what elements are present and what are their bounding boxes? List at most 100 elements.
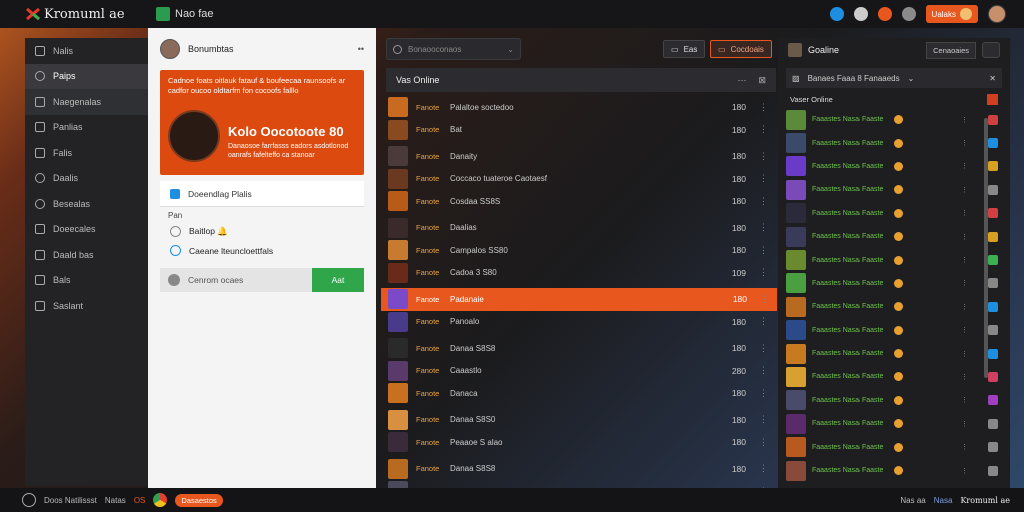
nav-item[interactable]: Bals (25, 268, 148, 294)
gear-icon[interactable] (168, 274, 180, 286)
nav-item[interactable]: Daalis (25, 166, 148, 192)
more-icon[interactable]: ⋮ (961, 162, 968, 170)
more-icon[interactable]: ⋮ (759, 151, 768, 162)
more-icon[interactable]: ⋮ (759, 173, 768, 184)
user-avatar[interactable] (988, 5, 1006, 23)
more-icon[interactable]: ⋮ (759, 437, 768, 448)
friend-row[interactable]: Faaastes Nasaa Faaste ⋮ (778, 225, 1010, 248)
more-icon[interactable]: ⋮ (961, 116, 968, 124)
more-icon[interactable]: ⋮ (759, 196, 768, 207)
settings-icon[interactable] (853, 7, 868, 21)
game-row[interactable]: Fanote Campalos SS80 180 ⋮ (386, 239, 776, 262)
game-row[interactable]: Fanote Cosdaa SS8S 180 ⋮ (386, 190, 776, 213)
more-icon[interactable]: ⋮ (961, 303, 968, 311)
friend-row[interactable]: Faaastes Nasaa Faaste ⋮ (778, 365, 1010, 388)
more-icon[interactable]: ⋮ (961, 396, 968, 404)
option-line[interactable]: Caeane lteuncloettfals (160, 243, 364, 258)
nav-item[interactable]: Naegenalas (25, 89, 148, 115)
bottom-pill[interactable]: Dasaestos (175, 493, 223, 507)
action-icon[interactable] (988, 325, 998, 336)
sort-button[interactable]: ▭ Cocdoais (710, 40, 772, 58)
more-icon[interactable]: ⋮ (760, 294, 769, 305)
more-icon[interactable]: ⋮ (961, 420, 968, 428)
nav-item[interactable]: Nalis (25, 38, 148, 64)
action-icon[interactable] (988, 255, 998, 266)
action-icon[interactable] (988, 395, 998, 406)
action-icon[interactable] (988, 161, 998, 172)
game-row[interactable]: Fanote Danaa S8S0 180 ⋮ (386, 409, 776, 432)
friend-row[interactable]: Faaastes Nasaa Faaste ⋮ (778, 248, 1010, 271)
more-icon[interactable]: ⋮ (961, 326, 968, 334)
action-icon[interactable] (988, 231, 998, 242)
friend-row[interactable]: Faaastes Nasaa Faaste ⋮ (778, 108, 1010, 131)
action-icon[interactable] (988, 418, 998, 429)
more-icon[interactable]: ⋮ (961, 139, 968, 147)
game-row[interactable]: Fanote Danaity 180 ⋮ (386, 145, 776, 168)
friend-row[interactable]: Faaastes Nasaa Faaste ⋮ (778, 319, 1010, 342)
game-row[interactable]: Fanote Panoalo 180 ⋮ (386, 311, 776, 334)
more-icon[interactable]: ⋮ (759, 365, 768, 376)
action-icon[interactable] (988, 138, 998, 149)
more-icon[interactable]: ⋮ (961, 467, 968, 475)
more-icon[interactable]: ⋮ (759, 222, 768, 233)
more-icon[interactable]: ⋮ (759, 343, 768, 354)
friend-row[interactable]: Faaastes Nasaa Faaste ⋮ (778, 435, 1010, 458)
friend-row[interactable]: Faaastes Nasaa Faaste ⋮ (778, 131, 1010, 154)
action-icon[interactable] (988, 278, 998, 289)
more-icon[interactable]: ⋮ (759, 102, 768, 113)
nav-item[interactable]: Besealas (25, 191, 148, 217)
friend-row[interactable]: Faaastes Nasaa Faaste ⋮ (778, 295, 1010, 318)
nav-item[interactable]: Daald bas (25, 242, 148, 268)
action-icon[interactable] (988, 371, 998, 382)
download-row[interactable]: Doeendlag Plalis (160, 181, 364, 207)
action-icon[interactable] (988, 442, 998, 453)
notifications-icon[interactable] (829, 7, 844, 21)
friend-row[interactable]: Faaastes Nasaa Faaste ⋮ (778, 178, 1010, 201)
more-icon[interactable]: •• (358, 44, 364, 54)
chat-icon[interactable] (982, 42, 1000, 58)
filter-button[interactable]: ▭ Eas (663, 40, 706, 58)
more-icon[interactable]: ⋮ (759, 245, 768, 256)
more-icon[interactable]: ⋮ (759, 124, 768, 135)
more-icon[interactable]: ⋮ (961, 279, 968, 287)
nav-item[interactable]: Panlias (25, 115, 148, 141)
game-row[interactable]: Fanote Danaa S8S8 180 ⋮ (386, 458, 776, 481)
game-row[interactable]: Fanote Coccaco tuateroe Caotaesf 180 ⋮ (386, 168, 776, 191)
more-icon[interactable]: ⋮ (961, 443, 968, 451)
promo-card[interactable]: Cadnoe foats oitlauk fatauf & boufeecaa … (160, 70, 364, 175)
chat-chip[interactable]: Nao fae (156, 7, 214, 21)
nav-item[interactable]: Doeecales (25, 217, 148, 243)
browser-icon[interactable] (153, 493, 168, 507)
more-icon[interactable]: ⋯ (737, 75, 746, 86)
nav-item[interactable]: Falis (25, 140, 148, 166)
more-icon[interactable]: ⋮ (961, 350, 968, 358)
friend-row[interactable]: Faaastes Nasaa Faaste ⋮ (778, 412, 1010, 435)
game-row[interactable]: Fanote Bat 180 ⋮ (386, 119, 776, 142)
action-icon[interactable] (988, 301, 998, 312)
more-icon[interactable]: ⋮ (759, 316, 768, 327)
more-icon[interactable]: ⋮ (961, 209, 968, 217)
close-icon[interactable]: ✕ (989, 74, 996, 83)
close-icon[interactable] (987, 93, 998, 105)
more-icon[interactable]: ⋮ (759, 414, 768, 425)
more-icon[interactable]: ⋮ (961, 256, 968, 264)
game-row[interactable]: Fanote Cadoa 3 S80 109 ⋮ (386, 262, 776, 285)
brand[interactable]: Kromuml ae (0, 7, 150, 22)
game-row[interactable]: Fanote Palaltoe soctedoo 180 ⋮ (386, 96, 776, 119)
action-icon[interactable] (988, 208, 998, 219)
action-icon[interactable] (988, 184, 998, 195)
more-icon[interactable]: ⋮ (759, 388, 768, 399)
friend-row[interactable]: Faaastes Nasaa Faaste ⋮ (778, 202, 1010, 225)
scrollbar[interactable] (984, 118, 988, 378)
friend-row[interactable]: Faaastes Nasaa Faaste ⋮ (778, 155, 1010, 178)
status-pill[interactable]: Ualaks (925, 5, 978, 23)
game-row-selected[interactable]: Fanote Padanaie 180 ⋮ (381, 288, 777, 311)
more-icon[interactable]: ⋮ (961, 186, 968, 194)
status-icon[interactable] (22, 493, 36, 507)
nav-item-active[interactable]: Paips (25, 63, 148, 89)
friend-row[interactable]: Faaastes Nasaa Faaste ⋮ (778, 342, 1010, 365)
game-row[interactable]: Fanote Caaastlo 280 ⋮ (386, 360, 776, 383)
friend-row[interactable]: Faaastes Nasaa Faaste ⋮ (778, 459, 1010, 482)
friend-row[interactable]: Faaastes Nasaa Faaste ⋮ (778, 389, 1010, 412)
game-row[interactable]: Fanote Daalias 180 ⋮ (386, 217, 776, 240)
